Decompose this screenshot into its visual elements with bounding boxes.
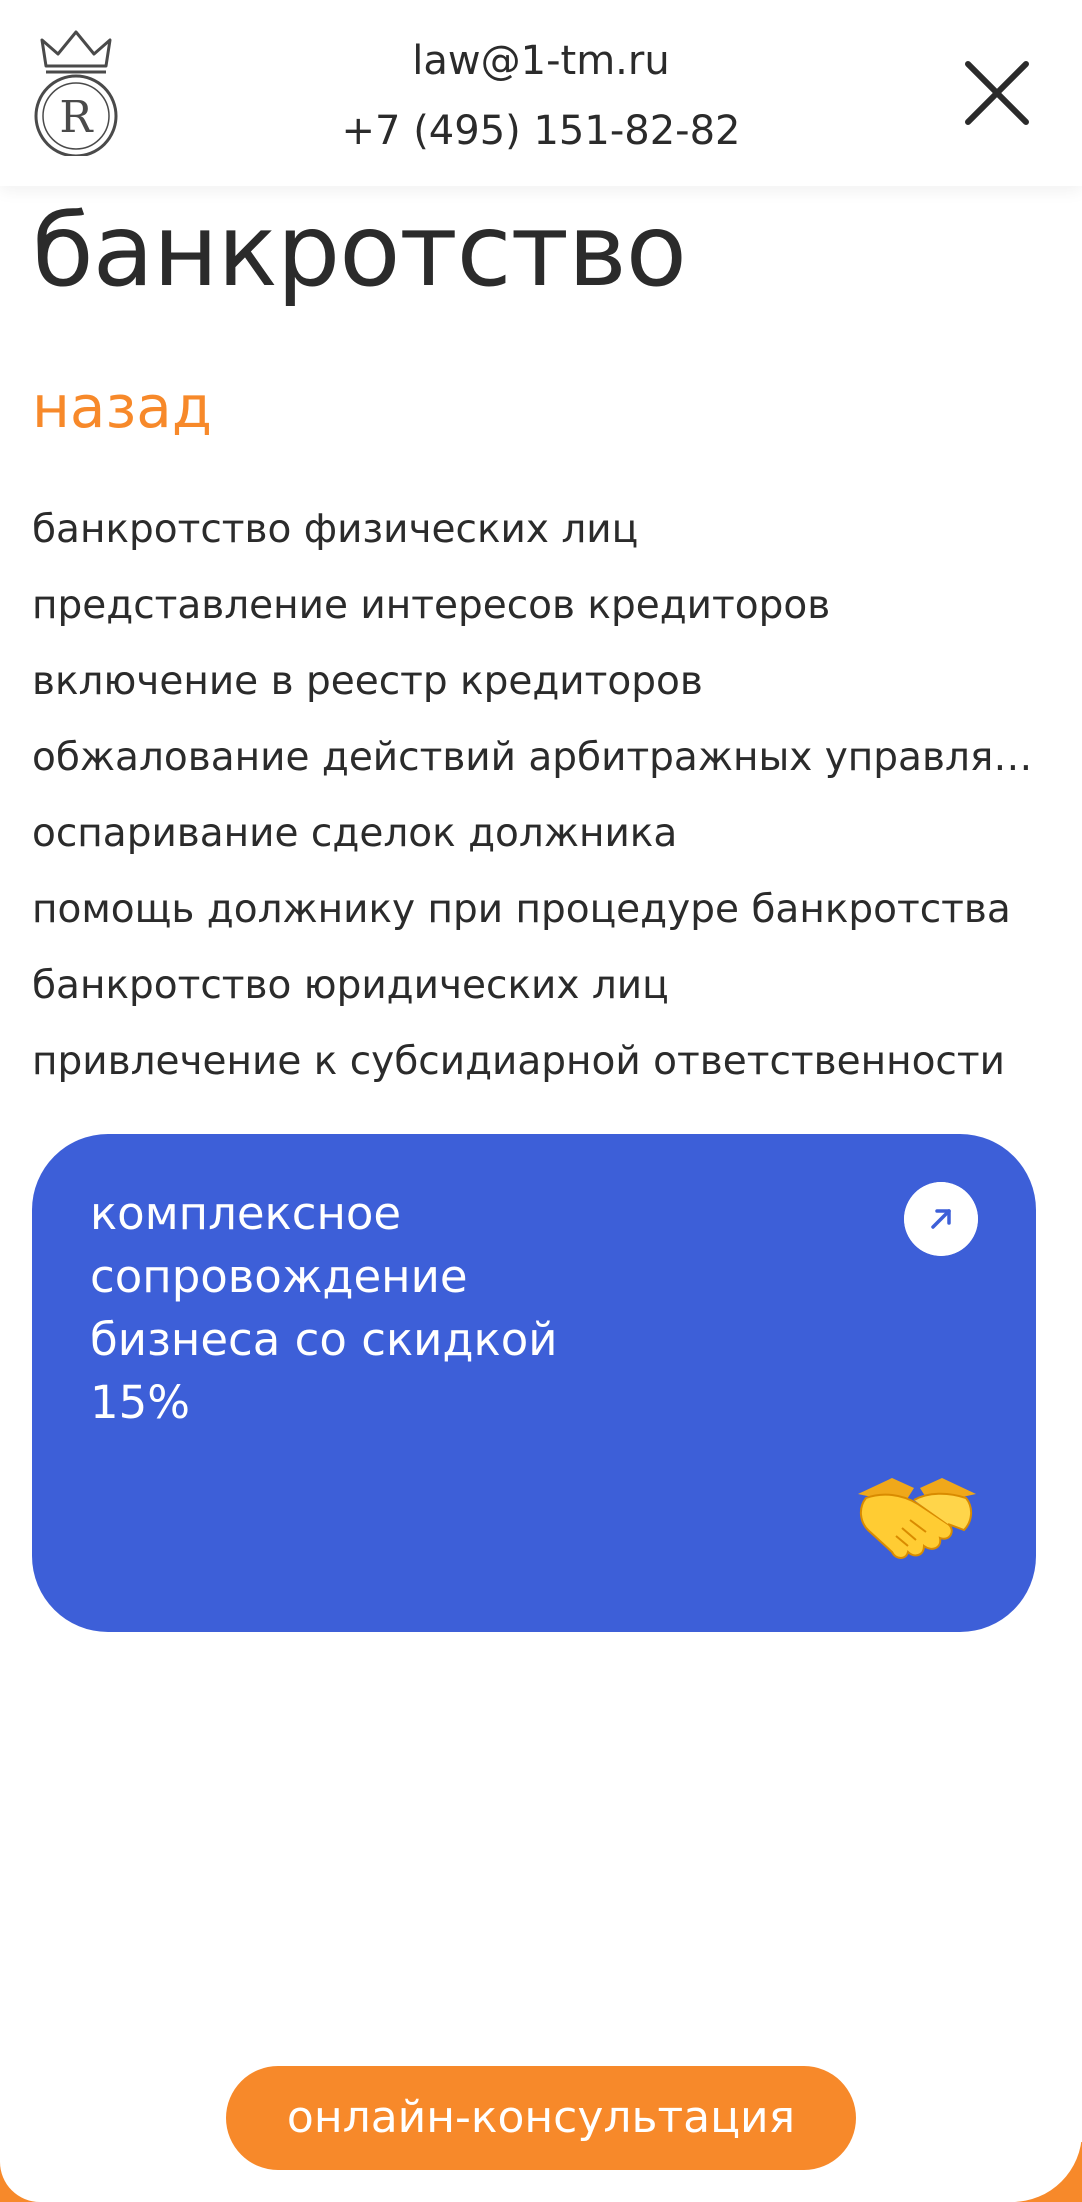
contacts: law@1-tm.ru +7 (495) 151-82-82 [0,26,1082,166]
promo-card[interactable]: комплексное сопровождение бизнеса со ски… [32,1134,1036,1632]
menu-item-subsidiary-liability[interactable]: привлечение к субсидиарной ответственнос… [32,1024,1042,1100]
promo-line: бизнеса со скидкой [90,1313,558,1366]
email-link[interactable]: law@1-tm.ru [0,26,1082,96]
handshake-icon [858,1478,976,1559]
arrow-up-right-icon[interactable] [904,1182,978,1256]
menu-panel: R law@1-tm.ru +7 (495) 151-82-82 банкрот… [0,0,1082,2202]
page-title: банкротство [32,192,687,309]
promo-line: комплексное [90,1187,402,1240]
menu-item-creditor-register[interactable]: включение в реестр кредиторов [32,644,1042,720]
menu-item-individual-bankruptcy[interactable]: банкротство физических лиц [32,492,1042,568]
menu-item-creditor-representation[interactable]: представление интересов кредиторов [32,568,1042,644]
menu-item-debtor-help[interactable]: помощь должнику при процедуре банкротств… [32,872,1042,948]
submenu-list: банкротство физических лиц представление… [32,492,1042,1100]
back-link[interactable]: назад [32,362,212,452]
menu-item-appeal-managers[interactable]: обжалование действий арбитражных управля… [32,720,1042,796]
promo-line: 15% [90,1376,191,1429]
menu-item-legal-entity-bankruptcy[interactable]: банкротство юридических лиц [32,948,1042,1024]
online-consultation-button[interactable]: онлайн-консультация [226,2066,856,2170]
header: R law@1-tm.ru +7 (495) 151-82-82 [0,0,1082,186]
menu-item-challenge-transactions[interactable]: оспаривание сделок должника [32,796,1042,872]
close-icon[interactable] [962,58,1032,128]
phone-link[interactable]: +7 (495) 151-82-82 [0,96,1082,166]
promo-text: комплексное сопровождение бизнеса со ски… [90,1182,650,1434]
promo-line: сопровождение [90,1250,468,1303]
